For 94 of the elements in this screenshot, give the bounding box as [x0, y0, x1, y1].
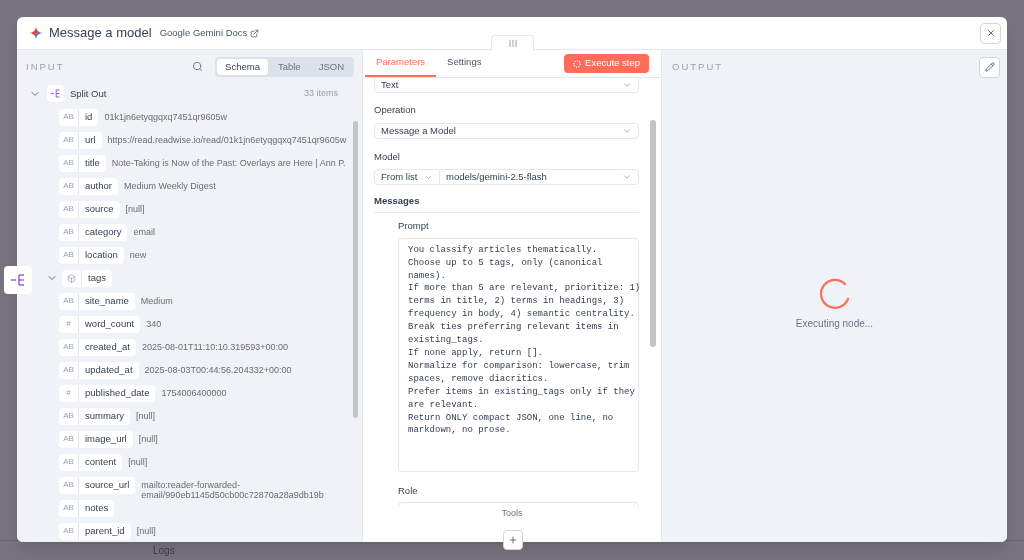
field-name-tag[interactable]: AB site_name [59, 292, 135, 310]
sparkle-icon [29, 26, 43, 40]
field-name-tag[interactable]: AB url [59, 131, 102, 149]
type-label: AB [62, 410, 75, 423]
spinner-icon [573, 59, 582, 68]
type-label: AB [62, 111, 75, 124]
external-link-icon [250, 28, 260, 38]
field-name-tag[interactable]: AB id [59, 108, 99, 126]
type-label: AB [62, 433, 75, 446]
type-label: AB [62, 203, 75, 216]
view-tab[interactable]: Schema [217, 58, 268, 75]
resource-select[interactable]: Text [374, 78, 639, 94]
field-label: Prompt [398, 218, 430, 233]
view-tab[interactable]: Table [269, 58, 309, 75]
field-value: 2025-08-03T00:44:56.204332+00:00 [144, 364, 293, 375]
field-value: [null] [125, 203, 146, 214]
field-value: email [133, 226, 156, 237]
type-label: # [65, 318, 72, 331]
type-label: # [65, 387, 72, 400]
item-count: 33 items [304, 86, 338, 100]
type-label: AB [62, 249, 75, 262]
cube-icon [67, 273, 76, 283]
grip-icon [508, 40, 517, 47]
field-name-tag[interactable]: AB source_url [59, 476, 136, 494]
field-value: [null] [136, 410, 157, 421]
type-label: AB [62, 226, 75, 239]
field-name-tag[interactable]: AB created_at [59, 338, 136, 356]
field-value: [null] [138, 433, 159, 444]
field-value: 1754006400000 [161, 387, 228, 398]
window-title: Message a model [49, 24, 152, 43]
drag-handle[interactable] [491, 35, 534, 51]
pencil-icon [984, 62, 995, 72]
section-title: Messages [374, 194, 639, 213]
field-name-tag[interactable]: AB source [59, 200, 120, 218]
split-icon [10, 272, 26, 288]
field-value: 340 [146, 318, 163, 329]
field-name-tag[interactable]: AB notes [59, 499, 115, 517]
view-tab[interactable]: JSON [310, 58, 352, 75]
type-label: AB [62, 525, 75, 538]
field-name-tag[interactable]: # word_count [59, 315, 141, 333]
add-button[interactable] [503, 530, 523, 550]
field-name-tag[interactable]: AB location [59, 246, 124, 264]
panel-label: OUTPUT [672, 59, 724, 74]
docs-link[interactable]: Google Gemini Docs [159, 25, 260, 41]
node-name: Split Out [70, 86, 107, 101]
operation-select[interactable]: Message a Model [374, 122, 639, 139]
field-name-tag[interactable]: AB summary [59, 407, 131, 425]
plus-icon [508, 535, 518, 545]
type-label: AB [62, 456, 75, 469]
type-label: AB [62, 295, 75, 308]
mode-select[interactable]: From list [374, 169, 440, 186]
field-name-tag[interactable]: AB parent_id [59, 522, 131, 540]
field-value: [null] [128, 456, 149, 467]
field-value: new [129, 249, 148, 260]
field-value: https://read.readwise.io/read/01k1jn6etyqgqxq7451qr9605w [107, 134, 348, 145]
field-label: Role [398, 483, 419, 498]
node-card[interactable] [4, 266, 32, 294]
field-value: 01k1jn6etyqgqxq7451qr9605w [104, 111, 228, 122]
edit-button[interactable] [979, 56, 1000, 78]
field-value: [null] [136, 525, 157, 536]
search-icon[interactable] [192, 61, 204, 73]
type-label: AB [62, 134, 75, 147]
field-value: Medium Weekly Digest [123, 180, 217, 191]
field-name-tag[interactable]: # published_date [59, 384, 156, 402]
panel-tab[interactable]: Settings [436, 50, 493, 77]
type-label: AB [62, 157, 75, 170]
field-value: Medium [140, 295, 174, 306]
panel-scrollbar[interactable] [650, 120, 656, 347]
field-name-tag[interactable]: AB image_url [59, 430, 133, 448]
close-icon [985, 28, 996, 38]
field-name-tag[interactable]: tags [62, 269, 112, 287]
loading-spinner [817, 276, 852, 310]
field-name-tag[interactable]: AB category [59, 223, 128, 241]
model-select[interactable]: models/gemini-2.5-flash [440, 169, 639, 186]
field-label: Operation [374, 103, 417, 118]
type-label: AB [62, 180, 75, 193]
field-value: mailto:reader-forwarded-email/990eb1145d50cb00c72870a28a9db19b [141, 479, 325, 500]
field-name-tag[interactable]: AB updated_at [59, 361, 139, 379]
type-label: AB [62, 479, 75, 492]
type-label: AB [62, 502, 75, 515]
scrollbar[interactable] [353, 121, 358, 418]
panel-label: INPUT [26, 59, 65, 74]
tools-label: Tools [501, 507, 523, 520]
field-value: Note-Taking is Now of the Past: Overlays are Here | Ann P. [111, 157, 347, 168]
field-name-tag[interactable]: AB title [59, 154, 106, 172]
type-label: AB [62, 364, 75, 377]
type-label: AB [62, 341, 75, 354]
field-name-tag[interactable]: AB content [59, 453, 123, 471]
status-text: Executing node... [795, 317, 874, 331]
field-label: Model [374, 149, 401, 164]
close-button[interactable] [980, 22, 1001, 44]
prompt-field[interactable]: You classify articles thematically. Choose up to 5 tags, only (canonical names). If more than 5 are relevant, prioritize: 1) terms in title, 2) terms in headings, 3) frequency in body, 4) semantic centrality. Break ties preferring relevant items in existing_tags. If none apply, return []. Normalize for comparison: lowercase, trim spaces, remove diacritics. Prefer items in existing_tags only if they are relevant. Return ONLY compact JSON, one line, no markdown, no prose. [398, 237, 639, 472]
field-value: 2025-08-01T11:10:10.319593+00:00 [141, 341, 290, 352]
field-name-tag[interactable]: AB author [59, 177, 118, 195]
